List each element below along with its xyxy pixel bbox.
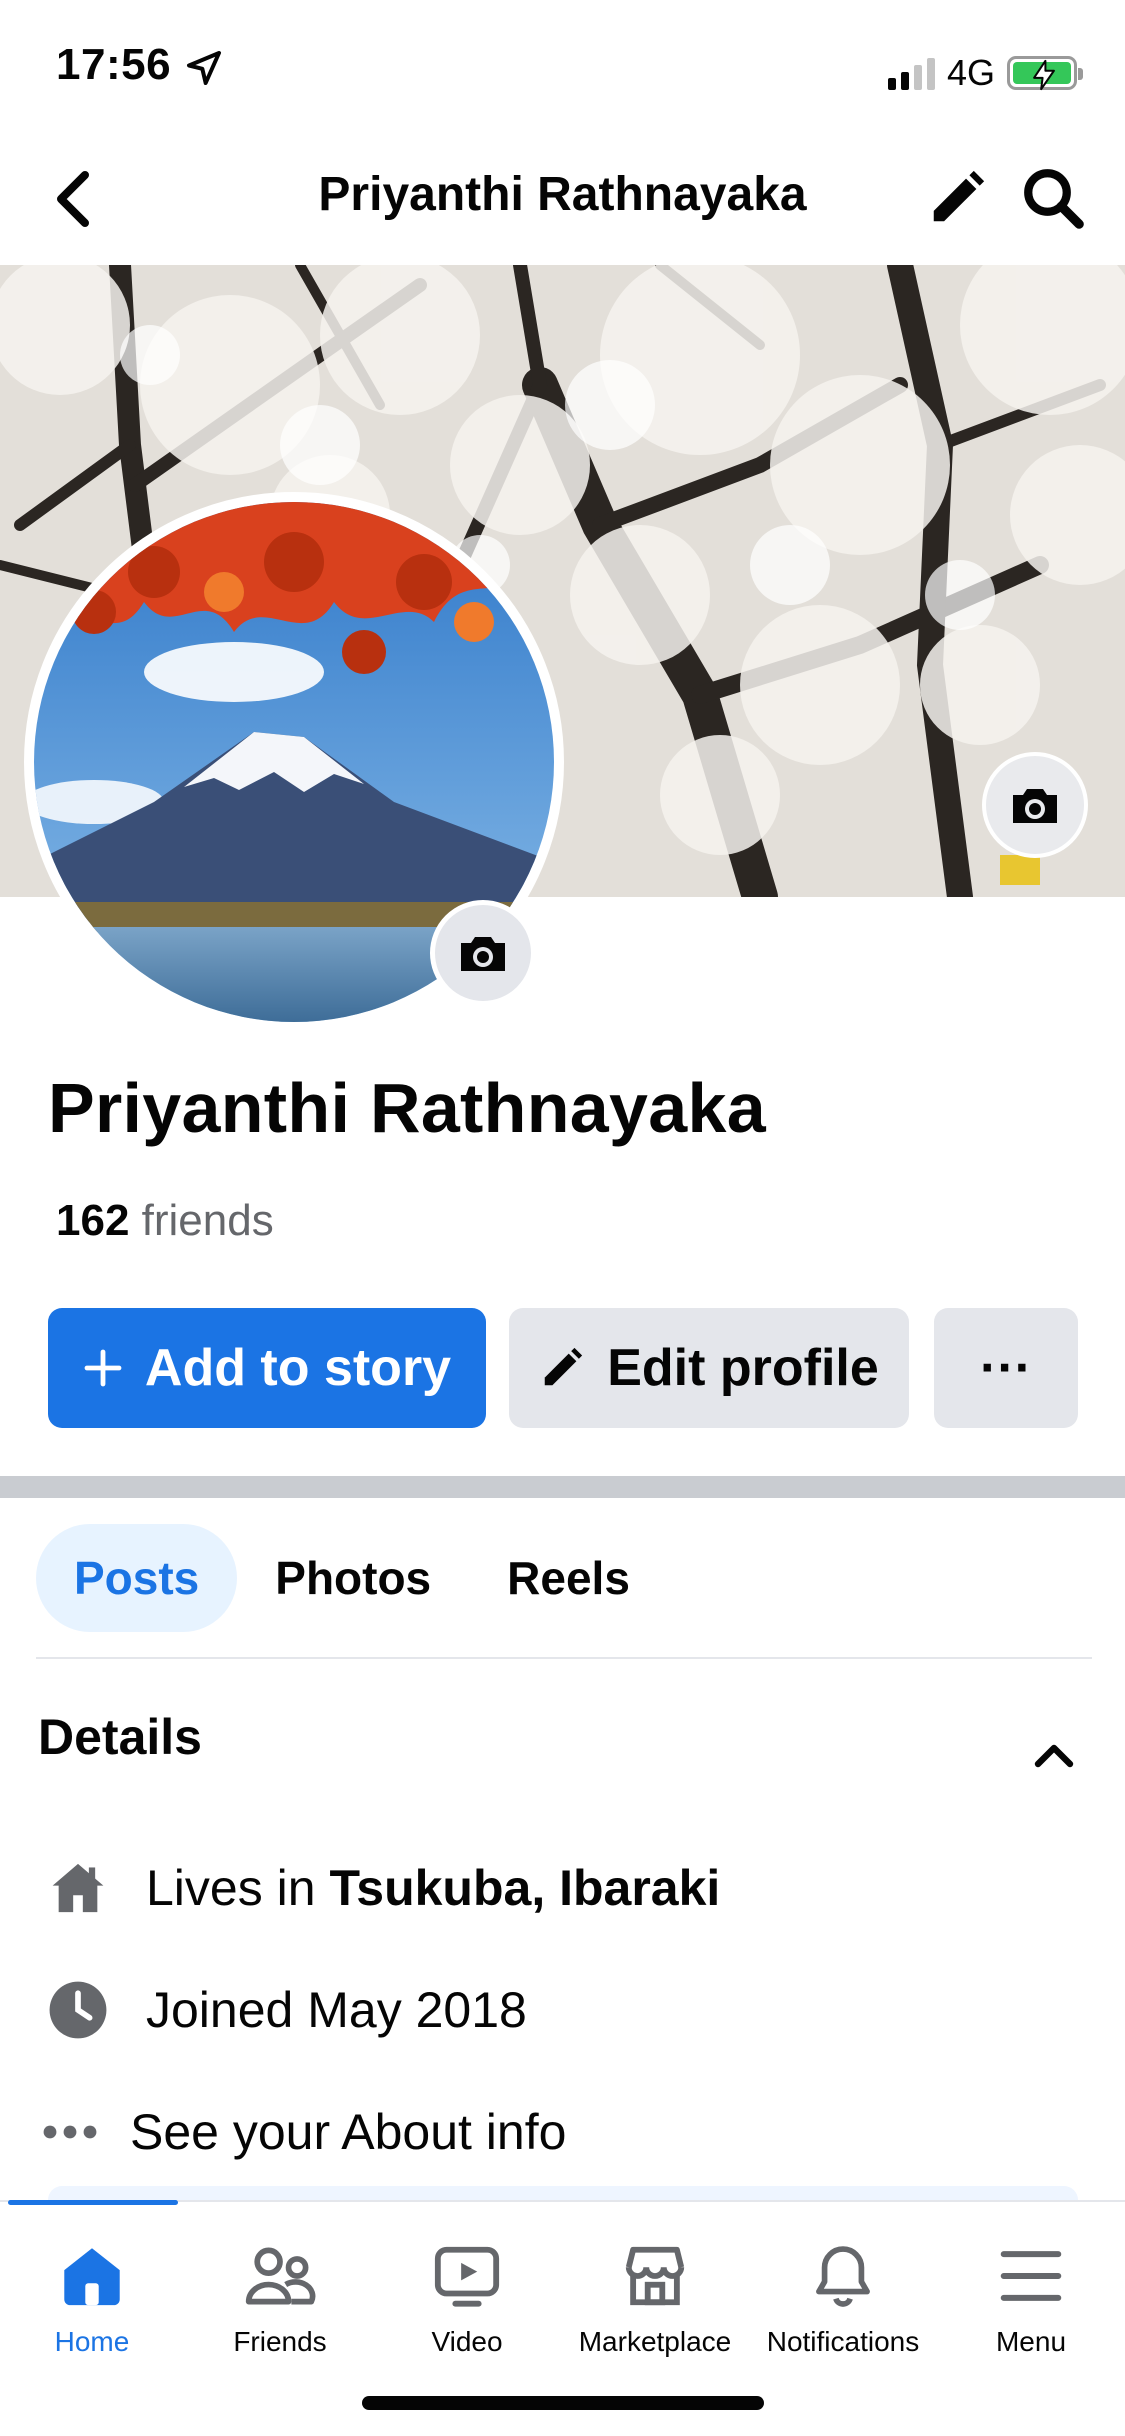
friends-count[interactable]: 162 friends	[56, 1196, 274, 1246]
active-tab-indicator	[8, 2200, 178, 2205]
nav-marketplace[interactable]: Marketplace	[561, 2236, 749, 2358]
network-label: 4G	[946, 52, 995, 93]
chevron-up-icon[interactable]	[1032, 1736, 1076, 1772]
tabs-divider	[36, 1657, 1092, 1659]
see-about-label: See your About info	[130, 2104, 567, 2160]
nav-friends-label: Friends	[233, 2326, 327, 2357]
tab-reels[interactable]: Reels	[469, 1524, 668, 1632]
friends-label: friends	[141, 1196, 274, 1245]
search-icon[interactable]	[1020, 165, 1086, 231]
home-icon	[46, 1856, 110, 1920]
profile-header: Priyanthi Rathnayaka	[0, 135, 1125, 265]
edit-profile-button[interactable]: Edit profile	[509, 1308, 909, 1428]
see-about-info[interactable]: See your About info	[38, 2100, 566, 2164]
nav-menu-label: Menu	[995, 2326, 1067, 2357]
status-indicators: 4G	[887, 52, 1083, 94]
status-bar: 17:56 4G	[0, 0, 1125, 135]
nav-home-label: Home	[54, 2326, 130, 2357]
nav-notifications[interactable]: Notifications	[749, 2236, 937, 2358]
nav-friends[interactable]: Friends	[186, 2236, 374, 2358]
edit-profile-label: Edit profile	[607, 1339, 879, 1397]
more-dots-icon	[38, 2100, 102, 2164]
home-icon	[52, 2236, 132, 2316]
pencil-icon[interactable]	[926, 167, 988, 229]
nav-home[interactable]: Home	[0, 2236, 186, 2358]
detail-joined: Joined May 2018	[46, 1978, 527, 2042]
menu-icon	[991, 2236, 1071, 2316]
nav-marketplace-label: Marketplace	[578, 2326, 732, 2357]
signal-icon	[887, 56, 935, 90]
camera-icon	[461, 937, 505, 971]
nav-video[interactable]: Video	[373, 2236, 561, 2358]
video-icon	[427, 2236, 507, 2316]
more-options-button[interactable]: ···	[934, 1308, 1078, 1428]
friends-number: 162	[56, 1196, 130, 1245]
camera-icon	[1013, 789, 1057, 823]
more-dots-icon: ···	[980, 1339, 1032, 1397]
status-time: 17:56	[56, 40, 172, 89]
joined-text: Joined May 2018	[146, 1982, 527, 2038]
nav-notifications-label: Notifications	[766, 2326, 920, 2357]
plus-icon	[84, 1349, 122, 1387]
marketplace-icon	[615, 2236, 695, 2316]
profile-name: Priyanthi Rathnayaka	[48, 1069, 766, 1147]
bell-icon	[803, 2236, 883, 2316]
add-to-story-label: Add to story	[144, 1339, 452, 1397]
details-heading: Details	[38, 1709, 202, 1765]
cover-camera-button[interactable]	[982, 752, 1088, 858]
friends-icon	[240, 2236, 320, 2316]
home-indicator[interactable]	[362, 2396, 764, 2410]
tab-posts[interactable]: Posts	[36, 1524, 238, 1632]
tab-photos[interactable]: Photos	[237, 1524, 469, 1632]
detail-lives-in: Lives in Tsukuba, Ibaraki	[46, 1856, 720, 1920]
lives-place[interactable]: Tsukuba, Ibaraki	[329, 1860, 720, 1916]
pencil-icon	[544, 1347, 583, 1386]
profile-tabs: Posts Photos Reels	[36, 1524, 668, 1632]
add-to-story-button[interactable]: Add to story	[48, 1308, 486, 1428]
lives-prefix: Lives in	[146, 1860, 316, 1916]
battery-icon	[1007, 56, 1083, 91]
location-arrow-icon	[187, 51, 221, 85]
nav-menu[interactable]: Menu	[937, 2236, 1125, 2358]
nav-video-label: Video	[431, 2326, 503, 2357]
clock-icon	[46, 1978, 110, 2042]
section-divider	[0, 1476, 1125, 1498]
profile-camera-button[interactable]	[430, 900, 536, 1006]
